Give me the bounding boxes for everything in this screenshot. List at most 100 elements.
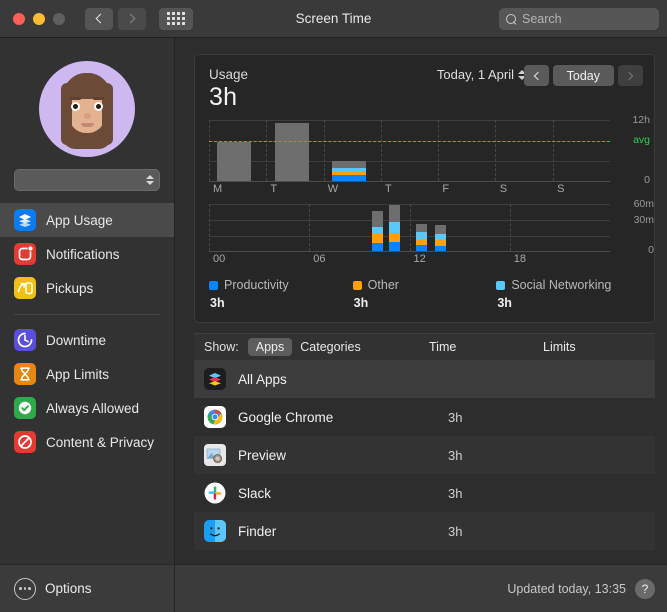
table-row[interactable]: Finder 3h [194, 512, 655, 550]
updated-label: Updated today, 13:35 [507, 581, 626, 596]
sidebar-item-label: App Usage [46, 212, 113, 228]
sidebar-item-notifications[interactable]: Notifications [0, 237, 174, 271]
column-header-time[interactable]: Time [429, 340, 456, 354]
x-tick: 00 [213, 253, 226, 265]
y-axis-bottom-label: 0 [648, 244, 654, 256]
seg-productivity [415, 245, 428, 251]
sidebar: App Usage Notifications Pickups Downtime… [0, 38, 175, 612]
x-tick: F [442, 183, 450, 195]
forward-button[interactable] [118, 7, 146, 30]
seg-unclassified [371, 211, 384, 228]
app-usage-icon [14, 209, 36, 231]
app-usage-table: Show: Apps Categories Time Limits All Ap… [194, 333, 655, 564]
table-row[interactable]: Preview 3h [194, 436, 655, 474]
show-label: Show: [204, 340, 239, 354]
legend-value: 3h [497, 296, 512, 310]
table-row[interactable]: Slack 3h [194, 474, 655, 512]
seg-social [388, 222, 401, 233]
date-selector[interactable]: Today, 1 April [437, 67, 526, 82]
minimize-button[interactable] [33, 12, 45, 25]
legend-label: Productivity [224, 278, 289, 292]
chevron-left-icon [533, 71, 542, 80]
status-bar: Updated today, 13:35 ? [175, 564, 667, 612]
hourly-usage-chart[interactable]: 60m 30m 0 [209, 198, 654, 256]
sidebar-item-label: App Limits [46, 366, 110, 382]
segment-categories[interactable]: Categories [292, 338, 368, 356]
bar-hour-11 [388, 205, 401, 251]
column-header-limits[interactable]: Limits [543, 340, 576, 354]
app-time: 3h [448, 485, 463, 501]
google-chrome-icon [204, 406, 226, 428]
seg-productivity [371, 242, 384, 251]
charts-area: 12h avg 0 M T W T F S S 60m 30m 0 00 06 … [195, 112, 654, 268]
slack-icon [204, 482, 226, 504]
usage-card-header: Usage 3h Today, 1 April Today [195, 55, 654, 112]
show-segmented-control: Apps Categories [247, 338, 369, 356]
traffic-lights [13, 12, 65, 25]
sidebar-item-app-limits[interactable]: App Limits [0, 357, 174, 391]
downtime-icon [14, 329, 36, 351]
close-button[interactable] [13, 12, 25, 25]
seg-productivity [388, 241, 401, 251]
show-all-preferences-button[interactable] [159, 7, 193, 30]
legend-swatch [496, 280, 506, 290]
bar-hour-10 [371, 211, 384, 251]
segment-apps[interactable]: Apps [247, 338, 293, 356]
sidebar-item-pickups[interactable]: Pickups [0, 271, 174, 305]
nav-buttons [85, 7, 146, 30]
avatar-container [0, 38, 174, 157]
x-tick: 12 [413, 253, 426, 265]
search-field[interactable]: Search [499, 8, 659, 30]
app-time: 3h [448, 523, 463, 539]
table-row[interactable]: Google Chrome 3h [194, 398, 655, 436]
back-button[interactable] [85, 7, 113, 30]
chevron-right-icon [125, 13, 136, 24]
options-label: Options [45, 581, 92, 596]
table-row[interactable]: All Apps [194, 360, 655, 398]
sidebar-item-label: Content & Privacy [46, 434, 155, 450]
x-tick: S [557, 183, 565, 195]
today-button[interactable]: Today [552, 65, 614, 86]
next-day-button[interactable] [618, 65, 643, 86]
app-name: Preview [238, 447, 287, 463]
legend-value: 3h [353, 296, 369, 310]
average-line [209, 140, 610, 142]
legend-item-social-networking: Social Networking 3h [496, 278, 640, 310]
sidebar-item-app-usage[interactable]: App Usage [0, 203, 174, 237]
y-axis-mid-label: 30m [633, 214, 654, 226]
user-avatar[interactable] [39, 61, 135, 157]
app-name: All Apps [238, 371, 287, 387]
seg-other [388, 232, 401, 242]
app-time: 3h [448, 447, 463, 463]
seg-unclassified [332, 160, 367, 169]
x-tick: 18 [513, 253, 526, 265]
weekly-usage-chart[interactable]: 12h avg 0 [209, 114, 650, 186]
chart-legend: Productivity 3h Other 3h Social Networki… [195, 268, 654, 322]
pickups-icon [14, 277, 36, 299]
screen-time-window: Screen Time Search App Usage Notificatio… [0, 0, 667, 612]
account-popup-container [0, 157, 174, 201]
sidebar-item-label: Downtime [46, 332, 107, 348]
seg-social [371, 227, 384, 235]
options-button[interactable]: Options [0, 564, 174, 612]
y-axis-top-label: 60m [633, 198, 654, 210]
preview-icon [204, 444, 226, 466]
sidebar-item-downtime[interactable]: Downtime [0, 323, 174, 357]
bar-weekly-wed [332, 160, 367, 181]
x-tick: T [385, 183, 392, 195]
sidebar-item-always-allowed[interactable]: Always Allowed [0, 391, 174, 425]
always-allowed-icon [14, 397, 36, 419]
x-tick: 06 [313, 253, 326, 265]
sidebar-item-label: Notifications [46, 246, 120, 262]
bar-weekly-mon [217, 142, 252, 181]
usage-total: 3h [209, 83, 238, 111]
chevron-right-icon [624, 71, 634, 80]
account-popup-button[interactable] [14, 169, 160, 191]
help-button[interactable]: ? [635, 578, 655, 599]
content-privacy-icon [14, 431, 36, 453]
zoom-button[interactable] [53, 12, 65, 25]
content-pane: Usage 3h Today, 1 April Today 12h avg 0 … [175, 38, 667, 612]
chevron-left-icon [95, 13, 106, 24]
previous-day-button[interactable] [523, 65, 549, 86]
sidebar-item-content-privacy[interactable]: Content & Privacy [0, 425, 174, 459]
